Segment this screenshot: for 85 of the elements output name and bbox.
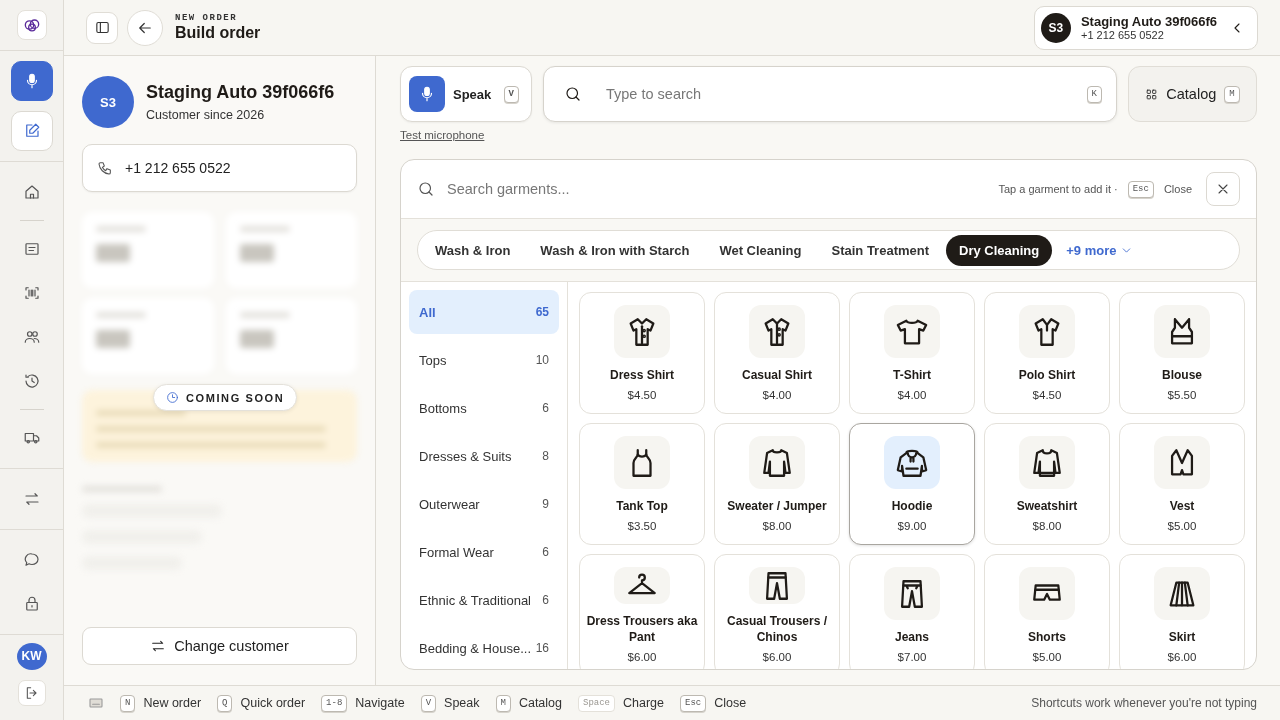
shortcut-label: Charge	[623, 696, 664, 710]
service-tab[interactable]: Dry Cleaning	[946, 234, 1053, 266]
garment-card[interactable]: Casual Trousers / Chinos $6.00	[714, 554, 840, 669]
change-customer-button[interactable]: Change customer	[82, 627, 357, 665]
garment-card[interactable]: Sweatshirt $8.00	[984, 423, 1110, 545]
garment-card[interactable]: Blouse $5.50	[1119, 292, 1245, 414]
user-avatar[interactable]: KW	[16, 642, 47, 670]
garment-card[interactable]: Casual Shirt $4.00	[714, 292, 840, 414]
garment-card[interactable]: Dress Trousers aka Pant $6.00	[579, 554, 705, 669]
customer-name: Staging Auto 39f066f6	[1080, 14, 1217, 29]
shortcut-key: M	[1224, 85, 1240, 103]
customer-name: Staging Auto 39f066f6	[146, 82, 335, 103]
category-item[interactable]: Ethnic & Traditional 6	[409, 578, 559, 622]
phone-icon	[97, 160, 113, 176]
edit-button[interactable]	[10, 110, 53, 151]
customer-since: Customer since 2026	[146, 108, 266, 122]
voice-button[interactable]	[10, 60, 53, 101]
sidebar-icon	[93, 19, 111, 36]
swap-icon	[150, 638, 167, 654]
shortcut-key: N	[120, 694, 136, 712]
garment-card[interactable]: Tank Top $3.50	[579, 423, 705, 545]
service-tab[interactable]: Wash & Iron	[422, 234, 524, 266]
garment-card[interactable]: Polo Shirt $4.50	[984, 292, 1110, 414]
speak-button[interactable]: Speak V	[400, 66, 532, 122]
sidebar-toggle-button[interactable]	[86, 11, 118, 44]
garment-card[interactable]: Jeans $7.00	[849, 554, 975, 669]
grid-icon	[1145, 87, 1159, 101]
search-box[interactable]: Type to search K	[543, 66, 1117, 122]
page-eyebrow: NEW ORDER	[175, 13, 239, 23]
history-icon	[22, 371, 41, 390]
search-icon	[417, 180, 435, 198]
category-item[interactable]: Bottoms 6	[409, 386, 559, 430]
shortcut-label: Speak	[444, 696, 480, 710]
category-item[interactable]: Dresses & Suits 8	[409, 434, 559, 478]
customer-avatar: S3	[82, 76, 134, 128]
garment-card[interactable]: T-Shirt $4.00	[849, 292, 975, 414]
coming-soon-badge: COMING SOON	[153, 384, 298, 411]
shortcut-key: K	[1086, 85, 1102, 103]
back-button[interactable]	[127, 9, 163, 46]
shortcut-key: Q	[217, 694, 233, 712]
logout-button[interactable]	[17, 679, 46, 706]
chat-icon	[22, 550, 41, 569]
hint-text: Close	[1163, 183, 1192, 195]
hint-text: Tap a garment to add it ·	[998, 183, 1118, 195]
garment-card[interactable]: Sweater / Jumper $8.00	[714, 423, 840, 545]
shortcut-label: Catalog	[518, 696, 562, 710]
garment-card[interactable]: Dress Shirt $4.50	[579, 292, 705, 414]
shortcut-key: 1-8	[321, 694, 348, 712]
search-icon	[564, 85, 582, 103]
shortcut-label: Close	[714, 696, 747, 710]
shortcut-label: Navigate	[355, 696, 405, 710]
shortcut-key: Esc	[680, 694, 707, 712]
service-tab[interactable]: Wash & Iron with Starch	[527, 234, 703, 266]
category-item[interactable]: All 65	[409, 290, 559, 334]
customer-phone: +1 212 655 0522	[1080, 29, 1165, 41]
service-tab[interactable]: Stain Treatment	[818, 234, 943, 266]
page-title: Build order	[175, 24, 261, 42]
service-tab[interactable]: Wet Cleaning	[706, 234, 815, 266]
shortcut-key: V	[420, 694, 437, 712]
close-button[interactable]	[1206, 172, 1240, 206]
more-services-button[interactable]: +9 more	[1056, 234, 1144, 266]
shortcut-key: M	[495, 694, 511, 712]
keyboard-icon	[88, 695, 104, 711]
garment-card[interactable]: Vest $5.00	[1119, 423, 1245, 545]
garment-card[interactable]: Skirt $6.00	[1119, 554, 1245, 669]
catalog-button[interactable]: Catalog M	[1128, 66, 1257, 122]
shortcut-label: Quick order	[240, 696, 306, 710]
test-microphone-link[interactable]: Test microphone	[400, 129, 485, 141]
search-field[interactable]: Type to search	[604, 85, 1065, 103]
garment-card[interactable]: Shorts $5.00	[984, 554, 1110, 669]
category-item[interactable]: Outerwear 9	[409, 482, 559, 526]
shortcut-note: Shortcuts work whenever you're not typing	[1031, 696, 1257, 710]
category-item[interactable]: Bedding & House... 16	[409, 626, 559, 669]
garment-card[interactable]: Hoodie $9.00	[849, 423, 975, 545]
customer-avatar: S3	[1040, 12, 1071, 43]
category-item[interactable]: Formal Wear 6	[409, 530, 559, 574]
phone-field[interactable]: +1 212 655 0522	[82, 144, 357, 192]
shortcut-key: V	[503, 85, 519, 103]
clock-icon	[166, 391, 179, 404]
category-item[interactable]: Tops 10	[409, 338, 559, 382]
customer-chip[interactable]: S3 Staging Auto 39f066f6 +1 212 655 0522	[1033, 5, 1258, 50]
shortcut-key: Esc	[1127, 180, 1154, 198]
shortcut-label: New order	[143, 696, 202, 710]
logo[interactable]	[16, 9, 47, 40]
shortcut-key: Space	[578, 694, 615, 712]
